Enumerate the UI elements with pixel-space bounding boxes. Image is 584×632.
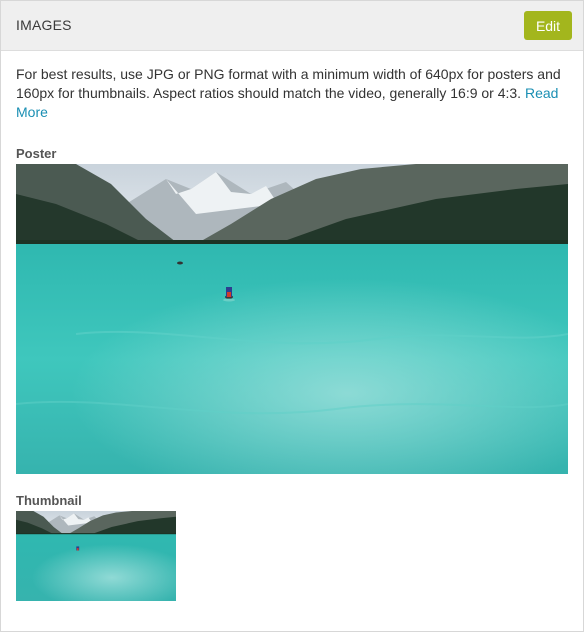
thumbnail-label: Thumbnail <box>16 493 82 508</box>
help-text-body: For best results, use JPG or PNG format … <box>16 66 561 101</box>
images-panel: IMAGES Edit For best results, use JPG or… <box>0 0 584 632</box>
thumbnail-image[interactable] <box>16 511 176 601</box>
edit-button[interactable]: Edit <box>524 11 572 40</box>
panel-header: IMAGES Edit <box>1 1 583 51</box>
panel-title: IMAGES <box>16 17 72 33</box>
poster-image[interactable] <box>16 164 568 474</box>
panel-body: For best results, use JPG or PNG format … <box>1 51 583 601</box>
help-text: For best results, use JPG or PNG format … <box>16 65 568 122</box>
poster-label: Poster <box>16 146 57 161</box>
